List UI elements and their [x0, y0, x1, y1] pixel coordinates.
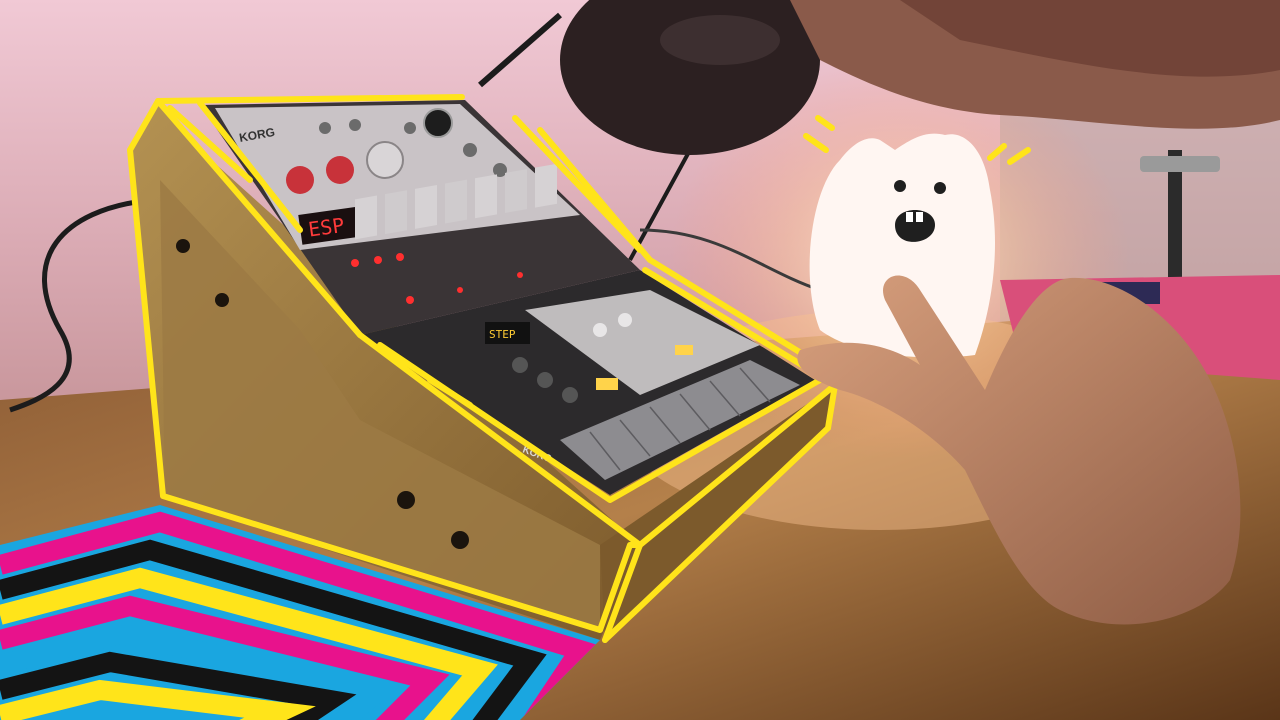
mic-stand-clamp [1140, 156, 1220, 172]
knob [512, 357, 528, 373]
ghost-tooth [906, 212, 913, 222]
photo-scene: ESP KORG STEP KORG [0, 0, 1280, 720]
led [517, 272, 523, 278]
ghost-eye-left [894, 180, 906, 192]
stand-screw-hole [451, 531, 469, 549]
stand-screw-hole [215, 293, 229, 307]
knob [319, 122, 331, 134]
knob [349, 119, 361, 131]
stand-screw-hole [397, 491, 415, 509]
step-key [385, 190, 407, 235]
lower-synth-button [675, 345, 693, 355]
knob [463, 143, 477, 157]
stand-screw-hole [176, 239, 190, 253]
led [396, 253, 404, 261]
step-key [475, 174, 497, 219]
ghost-eye-right [934, 182, 946, 194]
top-synth-display-text: ESP [307, 213, 346, 242]
step-key [445, 179, 467, 224]
knob [593, 323, 607, 337]
led [457, 287, 463, 293]
knob [366, 141, 404, 179]
knob [562, 387, 578, 403]
knob [286, 166, 314, 194]
knob [326, 156, 354, 184]
knob [618, 313, 632, 327]
knob [537, 372, 553, 388]
step-key [505, 169, 527, 213]
led [406, 296, 414, 304]
led [351, 259, 359, 267]
step-key [355, 195, 377, 240]
knob [423, 108, 453, 138]
lower-synth-display-text: STEP [489, 328, 516, 341]
step-key [415, 184, 437, 229]
microphone-highlight [660, 15, 780, 65]
ghost-tooth [916, 212, 923, 222]
led [374, 256, 382, 264]
lower-synth-button [596, 378, 618, 390]
knob [404, 122, 416, 134]
step-key [535, 163, 557, 208]
